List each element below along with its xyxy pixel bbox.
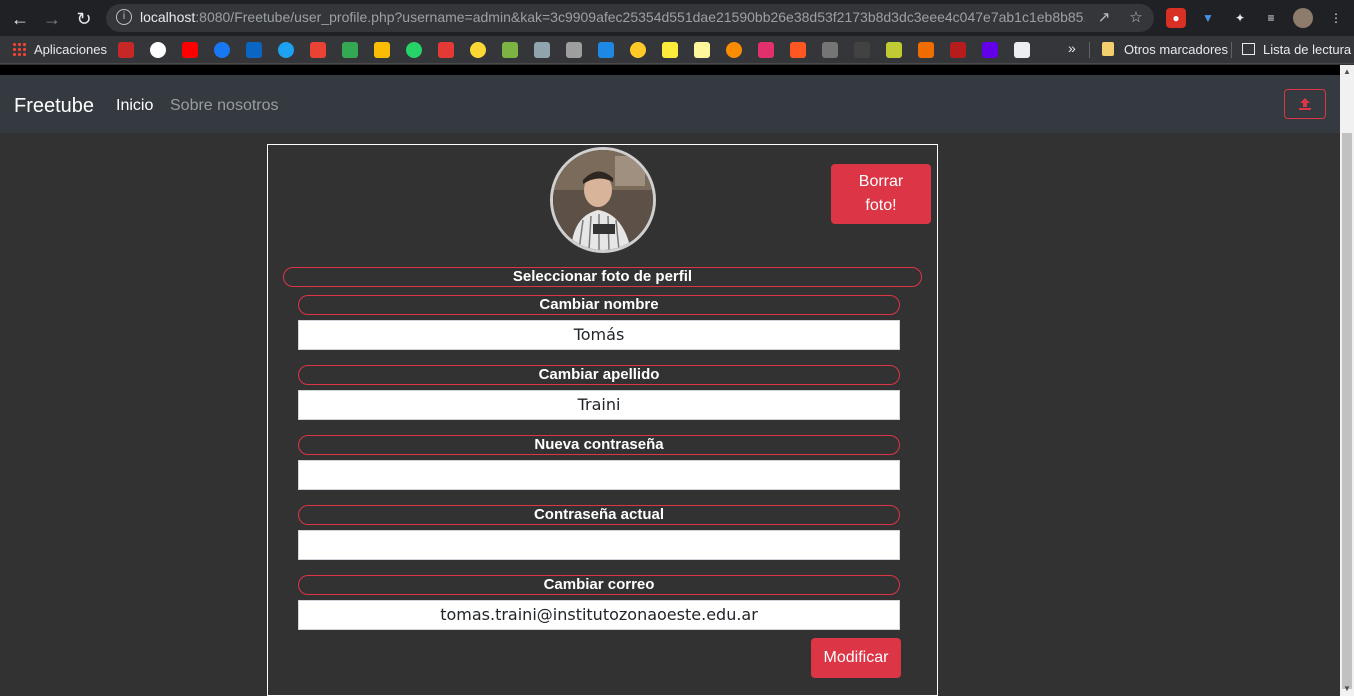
select-photo-button[interactable]: Seleccionar foto de perfil <box>283 267 922 287</box>
address-bar[interactable]: i localhost:8080/Freetube/user_profile.p… <box>106 4 1154 32</box>
bookmark-apps[interactable]: Aplicaciones <box>12 42 107 57</box>
bookmark-favicon[interactable] <box>918 42 934 58</box>
nav-link-inicio[interactable]: Inicio <box>116 97 153 115</box>
bookmark-favicon[interactable] <box>502 42 518 58</box>
cisco-icon[interactable] <box>1014 42 1030 58</box>
photos-icon[interactable] <box>374 42 390 58</box>
forward-icon[interactable]: → <box>39 6 65 32</box>
linkedin-icon[interactable] <box>246 42 262 58</box>
bookmark-favicon[interactable] <box>534 42 550 58</box>
google-icon[interactable] <box>150 42 166 58</box>
instagram-icon[interactable] <box>758 42 774 58</box>
bookmark-favicon[interactable] <box>694 42 710 58</box>
menu-kebab-icon[interactable]: ⋮ <box>1326 8 1346 28</box>
bookmark-favicon[interactable] <box>822 42 838 58</box>
bookmark-favicon[interactable] <box>950 42 966 58</box>
reload-icon[interactable]: ↻ <box>71 6 97 32</box>
bookmarks-bar: Aplicaciones » Otros marcadores Lista de… <box>0 36 1354 64</box>
site-navbar: Freetube Inicio Sobre nosotros <box>0 75 1340 133</box>
star-icon[interactable] <box>662 42 678 58</box>
bookmark-star-icon[interactable]: ☆ <box>1126 8 1146 28</box>
bookmark-favicon[interactable] <box>470 42 486 58</box>
upload-button[interactable] <box>1284 89 1326 119</box>
new-password-label: Nueva contraseña <box>298 435 900 455</box>
bookmark-favicon[interactable] <box>566 42 582 58</box>
media-control-icon[interactable]: ≡ <box>1261 8 1281 28</box>
scrollbar-thumb[interactable] <box>1342 133 1352 689</box>
bookmark-favicon[interactable] <box>886 42 902 58</box>
name-input[interactable]: Tomás <box>298 320 900 350</box>
current-password-input[interactable] <box>298 530 900 560</box>
share-icon[interactable]: ↗ <box>1094 8 1114 28</box>
email-label: Cambiar correo <box>298 575 900 595</box>
brand-logo[interactable]: Freetube <box>14 95 94 118</box>
lastname-input[interactable]: Traini <box>298 390 900 420</box>
terminal-icon[interactable] <box>598 42 614 58</box>
other-bookmarks-folder[interactable]: Otros marcadores <box>1102 42 1228 57</box>
youtube-icon[interactable] <box>182 42 198 58</box>
nav-link-sobre-nosotros[interactable]: Sobre nosotros <box>170 97 279 115</box>
drive-icon[interactable] <box>342 42 358 58</box>
scroll-down-icon[interactable]: ▼ <box>1343 684 1351 693</box>
twitter-icon[interactable] <box>278 42 294 58</box>
bookmark-favicon[interactable] <box>118 42 134 58</box>
bookmark-favicon[interactable] <box>726 42 742 58</box>
divider <box>1089 42 1090 58</box>
bookmarks-overflow-button[interactable]: » <box>1068 40 1076 56</box>
extensions-puzzle-icon[interactable]: ✦ <box>1230 8 1250 28</box>
apps-grid-icon <box>12 42 26 56</box>
folder-icon <box>1102 42 1114 56</box>
reading-list-icon <box>1242 43 1255 55</box>
email-input[interactable]: tomas.traini@institutozonaoeste.edu.ar <box>298 600 900 630</box>
browser-toolbar: ← → ↻ i localhost:8080/Freetube/user_pro… <box>0 0 1354 36</box>
reading-list-button[interactable]: Lista de lectura <box>1242 42 1351 57</box>
new-password-input[interactable] <box>298 460 900 490</box>
modify-button[interactable]: Modificar <box>811 638 901 678</box>
avatar <box>550 147 656 253</box>
profile-avatar-icon[interactable] <box>1293 8 1313 28</box>
gmail-icon[interactable] <box>310 42 326 58</box>
bookmark-favicon[interactable] <box>790 42 806 58</box>
site-info-icon[interactable]: i <box>116 9 132 25</box>
extension-lock-icon[interactable]: ● <box>1166 8 1186 28</box>
current-password-label: Contraseña actual <box>298 505 900 525</box>
scroll-up-icon[interactable]: ▲ <box>1343 67 1351 76</box>
whatsapp-icon[interactable] <box>406 42 422 58</box>
page-viewport: Freetube Inicio Sobre nosotros Borrar fo… <box>0 65 1340 696</box>
profile-photo <box>553 150 653 250</box>
url-text[interactable]: localhost:8080/Freetube/user_profile.php… <box>140 9 1085 25</box>
lastname-label: Cambiar apellido <box>298 365 900 385</box>
profile-card: Borrar foto! Seleccionar foto de perfil … <box>267 144 938 696</box>
facebook-icon[interactable] <box>214 42 230 58</box>
top-strip <box>0 65 1340 75</box>
bookmark-favicon[interactable] <box>854 42 870 58</box>
emoji-icon[interactable] <box>630 42 646 58</box>
page-scrollbar[interactable]: ▲ ▼ <box>1340 65 1354 696</box>
back-icon[interactable]: ← <box>7 6 33 32</box>
name-label: Cambiar nombre <box>298 295 900 315</box>
extension-shield-icon[interactable]: ▼ <box>1198 8 1218 28</box>
upload-icon <box>1299 98 1311 110</box>
divider <box>1231 42 1232 58</box>
bookmark-favicon[interactable] <box>982 42 998 58</box>
delete-photo-label: Borrar foto! <box>858 173 904 214</box>
delete-photo-button[interactable]: Borrar foto! <box>831 164 931 224</box>
bookmark-favicon[interactable] <box>438 42 454 58</box>
